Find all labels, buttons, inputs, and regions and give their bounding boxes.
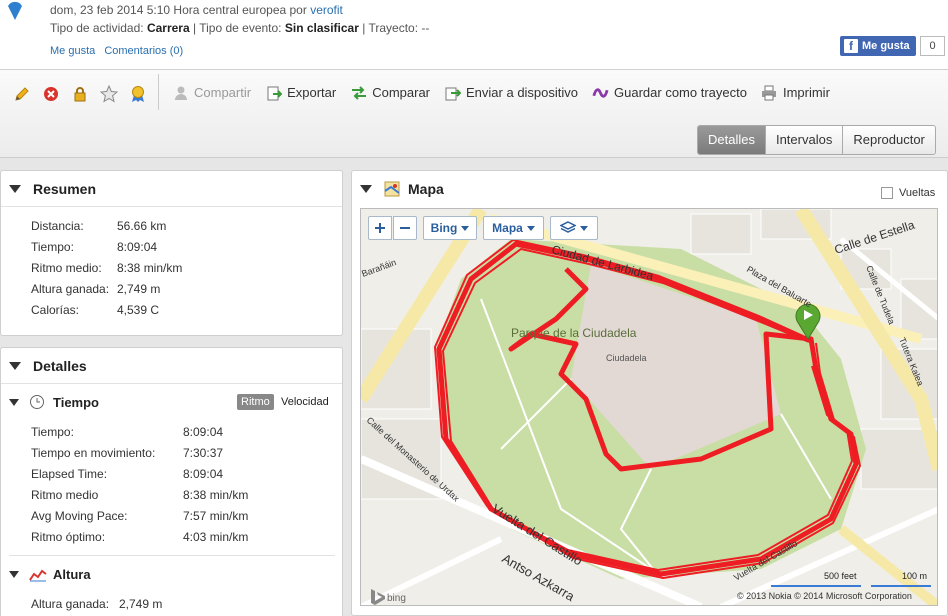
- speed-toggle[interactable]: Velocidad: [277, 394, 333, 410]
- elevation-section-header[interactable]: Altura: [9, 567, 91, 582]
- map-layers-dropdown[interactable]: [550, 216, 598, 240]
- summary-row-time: Tiempo: 8:09:04: [31, 240, 158, 254]
- collapse-triangle-icon: [360, 185, 372, 193]
- activity-header: dom, 23 feb 2014 5:10 Hora central europ…: [0, 0, 948, 70]
- zoom-in-button[interactable]: [368, 216, 392, 240]
- summary-row-calories: Calorías: 4,539 C: [31, 303, 160, 317]
- laps-checkbox[interactable]: [881, 187, 893, 199]
- send-to-device-button[interactable]: Enviar a dispositivo: [444, 84, 578, 101]
- activity-type-line: Tipo de actividad: Carrera | Tipo de eve…: [50, 21, 430, 35]
- chevron-down-icon: [461, 225, 470, 231]
- collapse-triangle-icon: [9, 571, 19, 578]
- tab-reproductor[interactable]: Reproductor: [842, 126, 935, 154]
- summary-panel: Resumen Distancia: 56.66 km Tiempo: 8:09:0…: [0, 170, 343, 336]
- summary-header[interactable]: Resumen: [1, 171, 342, 207]
- map-provider-dropdown[interactable]: Bing: [423, 216, 477, 240]
- facebook-like-count: 0: [920, 36, 945, 56]
- layers-icon: [560, 221, 576, 233]
- details-row-best-pace: Ritmo óptimo: 4:03 min/km: [31, 530, 249, 544]
- event-type-value: Sin clasificar: [284, 21, 359, 35]
- map-canvas: Parque de la Ciudadela Ciudadela Calle d…: [361, 209, 937, 605]
- route-squiggle-icon: [592, 84, 609, 101]
- export-icon: [265, 84, 282, 101]
- save-as-route-button[interactable]: Guardar como trayecto: [592, 84, 747, 101]
- collapse-triangle-icon: [9, 361, 21, 370]
- svg-text:bing: bing: [387, 593, 406, 604]
- details-header[interactable]: Detalles: [1, 348, 342, 384]
- summary-row-distance: Distancia: 56.66 km: [31, 219, 167, 233]
- details-row-elapsed-time: Elapsed Time: 8:09:04: [31, 467, 224, 481]
- chevron-down-icon: [526, 225, 535, 231]
- park-label: Parque de la Ciudadela: [511, 326, 637, 340]
- elevation-chart-icon: [29, 569, 47, 581]
- like-link[interactable]: Me gusta: [50, 45, 95, 57]
- summary-row-avg-pace: Ritmo medio: 8:38 min/km: [31, 261, 183, 275]
- minus-icon: [400, 227, 410, 229]
- printer-icon: [761, 84, 778, 101]
- comments-link[interactable]: Comentarios (0): [104, 45, 183, 57]
- collapse-triangle-icon: [9, 184, 21, 193]
- svg-text:500 feet: 500 feet: [824, 571, 857, 581]
- map-header[interactable]: Mapa: [352, 171, 947, 207]
- favorite-star-icon[interactable]: [99, 84, 119, 104]
- map-icon: [384, 181, 400, 197]
- tab-intervalos[interactable]: Intervalos: [764, 126, 843, 154]
- plus-icon: [375, 223, 385, 233]
- delete-icon[interactable]: [41, 84, 61, 104]
- facebook-icon: f: [844, 39, 858, 53]
- edit-pencil-icon[interactable]: [12, 84, 32, 104]
- send-device-icon: [444, 84, 461, 101]
- activity-datetime: dom, 23 feb 2014 5:10 Hora central europ…: [50, 3, 343, 17]
- time-section-header[interactable]: Tiempo: [9, 394, 99, 410]
- section-divider: [9, 555, 335, 556]
- tab-detalles[interactable]: Detalles: [698, 126, 765, 154]
- chevron-down-icon: [580, 225, 588, 231]
- lock-icon[interactable]: [70, 84, 90, 104]
- share-button[interactable]: Compartir: [172, 84, 251, 101]
- collapse-triangle-icon: [9, 398, 19, 406]
- location-pin-icon: [8, 1, 22, 20]
- citadel-label: Ciudadela: [606, 353, 647, 363]
- author-link[interactable]: verofit: [310, 3, 343, 17]
- badge-award-icon[interactable]: [128, 84, 148, 104]
- share-person-icon: [172, 84, 189, 101]
- map-type-dropdown[interactable]: Mapa: [483, 216, 544, 240]
- details-row-elevation-gain: Altura ganada: 2,749 m: [31, 597, 163, 611]
- social-links: Me gusta Comentarios (0): [50, 45, 189, 57]
- view-tabs: Detalles Intervalos Reproductor: [697, 125, 936, 155]
- details-row-avg-moving-pace: Avg Moving Pace: 7:57 min/km: [31, 509, 249, 523]
- details-row-moving-time: Tiempo en movimiento: 7:30:37: [31, 446, 224, 460]
- facebook-like-button[interactable]: f Me gusta: [840, 36, 916, 56]
- activity-type-value: Carrera: [146, 21, 190, 35]
- pace-toggle[interactable]: Ritmo: [237, 394, 274, 410]
- toolbar-separator: [158, 74, 159, 110]
- details-row-time: Tiempo: 8:09:04: [31, 425, 224, 439]
- zoom-out-button[interactable]: [393, 216, 417, 240]
- laps-checkbox-row: Vueltas: [881, 187, 935, 199]
- export-button[interactable]: Exportar: [265, 84, 336, 101]
- summary-row-elevation: Altura ganada: 2,749 m: [31, 282, 161, 296]
- compare-arrows-icon: [350, 84, 367, 101]
- clock-icon: [30, 395, 44, 409]
- map-attribution: © 2013 Nokia © 2014 Microsoft Corporatio…: [737, 591, 912, 601]
- print-button[interactable]: Imprimir: [761, 84, 830, 101]
- svg-text:100 m: 100 m: [902, 571, 927, 581]
- route-map[interactable]: Parque de la Ciudadela Ciudadela Calle d…: [360, 208, 938, 606]
- details-row-avg-pace: Ritmo medio 8:38 min/km: [31, 488, 249, 502]
- compare-button[interactable]: Comparar: [350, 84, 430, 101]
- details-panel: Detalles Tiempo Ritmo Velocidad Tiempo: 8…: [0, 347, 343, 616]
